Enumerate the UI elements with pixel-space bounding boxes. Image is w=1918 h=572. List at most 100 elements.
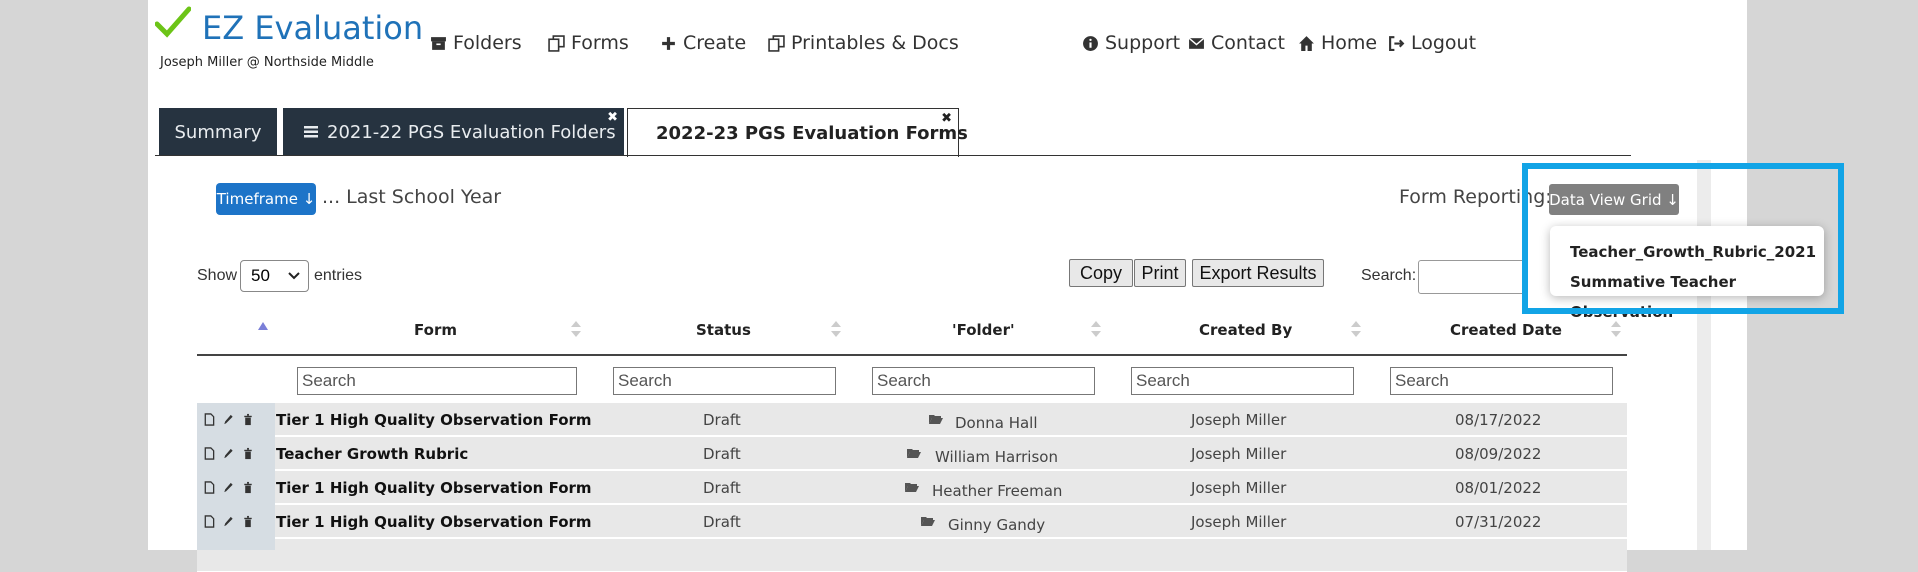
row-form-name[interactable]: Teacher Growth Rubric	[276, 445, 468, 463]
sort-icon[interactable]	[831, 320, 841, 338]
row-status: Draft	[703, 411, 741, 429]
copy-icon	[768, 34, 785, 52]
tab-summary[interactable]: Summary	[159, 108, 277, 156]
row-created-by: Joseph Miller	[1191, 445, 1287, 463]
entries-label: entries	[314, 267, 363, 284]
chevron-down-icon	[288, 272, 300, 280]
table-row[interactable]	[197, 539, 1627, 572]
nav-create[interactable]: Create	[660, 32, 746, 54]
plus-icon	[662, 36, 675, 50]
trash-icon[interactable]	[242, 481, 254, 494]
info-circle-icon	[1083, 35, 1098, 51]
folder-open-icon	[929, 415, 943, 424]
column-header-status[interactable]: Status	[696, 321, 751, 339]
column-header-folder[interactable]: 'Folder'	[952, 321, 1015, 339]
tab-folders[interactable]: 2021-22 PGS Evaluation Folders ✖	[283, 108, 624, 156]
nav-forms[interactable]: Forms	[548, 32, 629, 54]
nav-printables-label: Printables & Docs	[791, 32, 959, 54]
header-divider	[197, 354, 1627, 356]
created-date-search-input[interactable]: Search	[1390, 367, 1613, 395]
row-created-by: Joseph Miller	[1191, 513, 1287, 531]
user-school-label: Joseph Miller @ Northside Middle	[160, 55, 374, 70]
nav-logout[interactable]: Logout	[1388, 32, 1476, 54]
row-folder[interactable]: William Harrison	[935, 448, 1058, 466]
tab-forms-label: 2022-23 PGS Evaluation Forms	[656, 122, 968, 144]
sort-icon[interactable]	[571, 320, 581, 338]
row-status: Draft	[703, 513, 741, 531]
nav-support-label: Support	[1105, 32, 1181, 54]
row-created-date: 08/01/2022	[1455, 479, 1542, 497]
close-icon[interactable]: ✖	[607, 110, 618, 125]
show-label: Show	[197, 267, 238, 284]
row-folder[interactable]: Donna Hall	[955, 414, 1038, 432]
nav-create-label: Create	[683, 32, 747, 54]
print-button[interactable]: Print	[1134, 259, 1186, 287]
pencil-icon[interactable]	[222, 481, 234, 494]
created-by-search-input[interactable]: Search	[1131, 367, 1354, 395]
nav-contact-label: Contact	[1211, 32, 1285, 54]
row-form-name[interactable]: Tier 1 High Quality Observation Form	[276, 411, 592, 429]
row-created-date: 07/31/2022	[1455, 513, 1542, 531]
sort-icon[interactable]	[1091, 320, 1101, 338]
row-created-date: 08/09/2022	[1455, 445, 1542, 463]
column-header-created-date[interactable]: Created Date	[1450, 321, 1562, 339]
app-title[interactable]: EZ Evaluation	[202, 9, 423, 47]
list-icon	[304, 126, 318, 138]
folder-open-icon	[921, 517, 935, 526]
copy-button[interactable]: Copy	[1069, 259, 1133, 287]
copy-icon	[548, 34, 565, 52]
pencil-icon[interactable]	[222, 515, 234, 528]
tab-forms[interactable]: 2022-23 PGS Evaluation Forms ✖	[627, 108, 968, 157]
nav-home-label: Home	[1321, 32, 1378, 54]
file-icon[interactable]	[203, 447, 215, 460]
sort-asc-icon[interactable]	[258, 322, 268, 330]
row-form-name[interactable]: Tier 1 High Quality Observation Form	[276, 479, 592, 497]
home-icon	[1299, 35, 1314, 51]
file-icon[interactable]	[203, 481, 215, 494]
nav-printables[interactable]: Printables & Docs	[768, 32, 959, 54]
folder-open-icon	[905, 483, 919, 492]
row-created-date: 08/17/2022	[1455, 411, 1542, 429]
timeframe-value: ... Last School Year	[322, 186, 502, 208]
export-results-button[interactable]: Export Results	[1192, 259, 1324, 287]
envelope-icon	[1188, 37, 1205, 49]
folder-open-icon	[907, 449, 921, 458]
row-status: Draft	[703, 445, 741, 463]
row-folder[interactable]: Ginny Gandy	[948, 516, 1045, 534]
global-search-input[interactable]	[1418, 260, 1528, 294]
row-folder[interactable]: Heather Freeman	[932, 482, 1062, 500]
column-header-form[interactable]: Form	[414, 321, 457, 339]
file-icon[interactable]	[203, 413, 215, 426]
status-search-input[interactable]: Search	[613, 367, 836, 395]
entries-select[interactable]: 50	[240, 260, 309, 292]
row-created-by: Joseph Miller	[1191, 479, 1287, 497]
archive-icon	[431, 36, 446, 50]
tab-summary-label: Summary	[174, 121, 262, 143]
row-created-by: Joseph Miller	[1191, 411, 1287, 429]
timeframe-button[interactable]: Timeframe ↓	[216, 183, 316, 215]
nav-support[interactable]: Support	[1082, 32, 1180, 54]
trash-icon[interactable]	[242, 447, 254, 460]
close-icon[interactable]: ✖	[941, 111, 952, 126]
row-form-name[interactable]: Tier 1 High Quality Observation Form	[276, 513, 592, 531]
pencil-icon[interactable]	[222, 447, 234, 460]
entries-select-value: 50	[251, 266, 270, 285]
sort-icon[interactable]	[1351, 320, 1361, 338]
folder-search-input[interactable]: Search	[872, 367, 1095, 395]
nav-logout-label: Logout	[1411, 32, 1477, 54]
nav-contact[interactable]: Contact	[1188, 32, 1285, 54]
logout-icon	[1389, 35, 1405, 51]
row-status: Draft	[703, 479, 741, 497]
column-header-created-by[interactable]: Created By	[1199, 321, 1292, 339]
tab-folders-label: 2021-22 PGS Evaluation Folders	[327, 121, 616, 143]
nav-folders-label: Folders	[453, 32, 522, 54]
pencil-icon[interactable]	[222, 413, 234, 426]
trash-icon[interactable]	[242, 515, 254, 528]
form-search-input[interactable]: Search	[297, 367, 577, 395]
trash-icon[interactable]	[242, 413, 254, 426]
nav-home[interactable]: Home	[1298, 32, 1377, 54]
nav-forms-label: Forms	[571, 32, 629, 54]
search-label: Search:	[1361, 267, 1417, 284]
nav-folders[interactable]: Folders	[430, 32, 522, 54]
file-icon[interactable]	[203, 515, 215, 528]
